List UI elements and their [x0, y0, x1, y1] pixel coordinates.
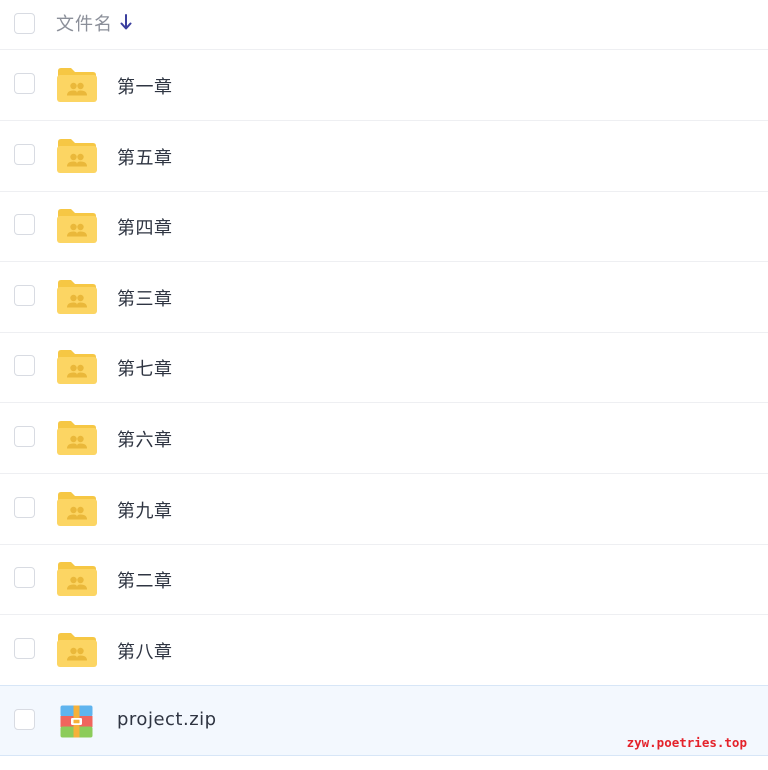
- row-checkbox[interactable]: [14, 709, 35, 730]
- file-name[interactable]: 第八章: [117, 638, 173, 664]
- file-name[interactable]: 第六章: [117, 426, 173, 452]
- shared-folder-icon: [57, 421, 97, 455]
- file-name[interactable]: 第一章: [117, 73, 173, 99]
- column-header-filename[interactable]: 文件名: [56, 10, 113, 36]
- row-checkbox[interactable]: [14, 144, 35, 165]
- file-row[interactable]: 第八章: [0, 615, 768, 686]
- shared-folder-icon: [57, 280, 97, 314]
- file-row[interactable]: 第四章: [0, 191, 768, 262]
- file-name[interactable]: 第五章: [117, 144, 173, 170]
- file-row[interactable]: 第三章: [0, 262, 768, 333]
- watermark: zyw.poetries.top: [626, 735, 747, 750]
- file-name[interactable]: 第七章: [117, 355, 173, 381]
- row-checkbox[interactable]: [14, 638, 35, 659]
- shared-folder-icon: [57, 492, 97, 526]
- row-checkbox[interactable]: [14, 426, 35, 447]
- row-checkbox[interactable]: [14, 285, 35, 306]
- select-all-checkbox[interactable]: [14, 13, 35, 34]
- file-name[interactable]: project.zip: [117, 709, 217, 730]
- file-row[interactable]: 第一章: [0, 50, 768, 121]
- row-checkbox[interactable]: [14, 567, 35, 588]
- row-checkbox[interactable]: [14, 355, 35, 376]
- file-name[interactable]: 第九章: [117, 497, 173, 523]
- row-checkbox[interactable]: [14, 497, 35, 518]
- shared-folder-icon: [57, 350, 97, 384]
- file-list: 文件名 第一章 第五章 第四章 第三章 第七章 第六章 第九章 第二章 第八章 …: [0, 0, 768, 770]
- file-name[interactable]: 第四章: [117, 214, 173, 240]
- arrow-down-icon[interactable]: [119, 12, 133, 32]
- shared-folder-icon: [57, 139, 97, 173]
- shared-folder-icon: [57, 562, 97, 596]
- file-row[interactable]: 第六章: [0, 403, 768, 474]
- shared-folder-icon: [57, 68, 97, 102]
- file-row[interactable]: 第七章: [0, 332, 768, 403]
- row-checkbox[interactable]: [14, 73, 35, 94]
- file-row[interactable]: 第五章: [0, 121, 768, 192]
- shared-folder-icon: [57, 633, 97, 667]
- file-row[interactable]: 第九章: [0, 474, 768, 545]
- list-header: 文件名: [0, 0, 768, 50]
- shared-folder-icon: [57, 209, 97, 243]
- file-name[interactable]: 第二章: [117, 567, 173, 593]
- file-row[interactable]: 第二章: [0, 544, 768, 615]
- zip-archive-icon: [60, 705, 93, 738]
- row-checkbox[interactable]: [14, 214, 35, 235]
- file-name[interactable]: 第三章: [117, 285, 173, 311]
